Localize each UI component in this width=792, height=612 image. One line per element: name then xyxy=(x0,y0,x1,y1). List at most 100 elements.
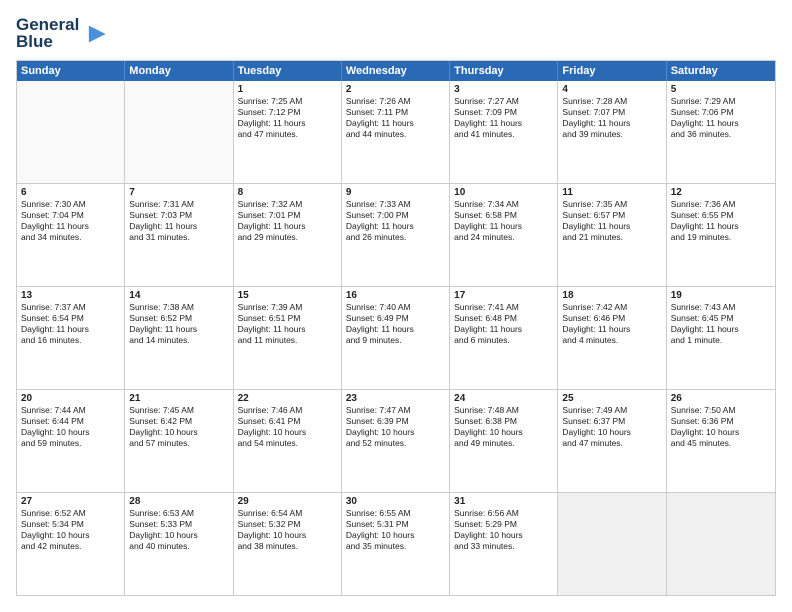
day-number: 22 xyxy=(238,393,337,404)
cell-info-line: Sunset: 6:36 PM xyxy=(671,416,771,427)
cell-info-line: Daylight: 11 hours xyxy=(562,118,661,129)
calendar-header: SundayMondayTuesdayWednesdayThursdayFrid… xyxy=(17,61,775,81)
calendar-cell: 1Sunrise: 7:25 AMSunset: 7:12 PMDaylight… xyxy=(234,81,342,183)
calendar-cell: 13Sunrise: 7:37 AMSunset: 6:54 PMDayligh… xyxy=(17,287,125,389)
cell-info-line: and 42 minutes. xyxy=(21,541,120,552)
cell-info-line: Sunset: 7:03 PM xyxy=(129,210,228,221)
cell-info-line: Sunrise: 7:32 AM xyxy=(238,199,337,210)
calendar-cell: 12Sunrise: 7:36 AMSunset: 6:55 PMDayligh… xyxy=(667,184,775,286)
weekday-header: Sunday xyxy=(17,61,125,81)
cell-info-line: Daylight: 10 hours xyxy=(238,427,337,438)
weekday-header: Wednesday xyxy=(342,61,450,81)
cell-info-line: Sunset: 7:00 PM xyxy=(346,210,445,221)
day-number: 10 xyxy=(454,187,553,198)
cell-info-line: Sunrise: 7:31 AM xyxy=(129,199,228,210)
calendar-cell: 19Sunrise: 7:43 AMSunset: 6:45 PMDayligh… xyxy=(667,287,775,389)
cell-info-line: Sunset: 6:57 PM xyxy=(562,210,661,221)
cell-info-line: and 21 minutes. xyxy=(562,232,661,243)
cell-info-line: Sunrise: 7:26 AM xyxy=(346,96,445,107)
day-number: 3 xyxy=(454,84,553,95)
cell-info-line: Sunrise: 6:56 AM xyxy=(454,508,553,519)
cell-info-line: Sunrise: 7:45 AM xyxy=(129,405,228,416)
day-number: 13 xyxy=(21,290,120,301)
cell-info-line: Daylight: 10 hours xyxy=(562,427,661,438)
cell-info-line: Daylight: 10 hours xyxy=(346,427,445,438)
calendar-cell: 11Sunrise: 7:35 AMSunset: 6:57 PMDayligh… xyxy=(558,184,666,286)
cell-info-line: Sunrise: 6:54 AM xyxy=(238,508,337,519)
cell-info-line: Daylight: 11 hours xyxy=(671,324,771,335)
day-number: 27 xyxy=(21,496,120,507)
cell-info-line: Sunset: 7:06 PM xyxy=(671,107,771,118)
cell-info-line: Sunrise: 7:49 AM xyxy=(562,405,661,416)
cell-info-line: and 44 minutes. xyxy=(346,129,445,140)
calendar-cell: 14Sunrise: 7:38 AMSunset: 6:52 PMDayligh… xyxy=(125,287,233,389)
calendar-cell: 10Sunrise: 7:34 AMSunset: 6:58 PMDayligh… xyxy=(450,184,558,286)
cell-info-line: Sunrise: 7:40 AM xyxy=(346,302,445,313)
cell-info-line: and 14 minutes. xyxy=(129,335,228,346)
cell-info-line: and 59 minutes. xyxy=(21,438,120,449)
cell-info-line: Daylight: 11 hours xyxy=(21,221,120,232)
calendar-cell: 7Sunrise: 7:31 AMSunset: 7:03 PMDaylight… xyxy=(125,184,233,286)
logo-general: General xyxy=(16,16,79,33)
cell-info-line: and 47 minutes. xyxy=(238,129,337,140)
cell-info-line: and 33 minutes. xyxy=(454,541,553,552)
day-number: 19 xyxy=(671,290,771,301)
day-number: 6 xyxy=(21,187,120,198)
cell-info-line: and 47 minutes. xyxy=(562,438,661,449)
day-number: 21 xyxy=(129,393,228,404)
cell-info-line: Sunrise: 7:28 AM xyxy=(562,96,661,107)
cell-info-line: Sunset: 6:58 PM xyxy=(454,210,553,221)
cell-info-line: Sunrise: 7:30 AM xyxy=(21,199,120,210)
cell-info-line: Sunset: 7:07 PM xyxy=(562,107,661,118)
calendar-cell: 21Sunrise: 7:45 AMSunset: 6:42 PMDayligh… xyxy=(125,390,233,492)
day-number: 11 xyxy=(562,187,661,198)
cell-info-line: and 39 minutes. xyxy=(562,129,661,140)
day-number: 4 xyxy=(562,84,661,95)
calendar-cell: 6Sunrise: 7:30 AMSunset: 7:04 PMDaylight… xyxy=(17,184,125,286)
cell-info-line: and 38 minutes. xyxy=(238,541,337,552)
calendar-cell: 31Sunrise: 6:56 AMSunset: 5:29 PMDayligh… xyxy=(450,493,558,595)
day-number: 18 xyxy=(562,290,661,301)
calendar-cell: 20Sunrise: 7:44 AMSunset: 6:44 PMDayligh… xyxy=(17,390,125,492)
cell-info-line: Sunrise: 7:27 AM xyxy=(454,96,553,107)
day-number: 23 xyxy=(346,393,445,404)
weekday-header: Tuesday xyxy=(234,61,342,81)
day-number: 31 xyxy=(454,496,553,507)
day-number: 25 xyxy=(562,393,661,404)
cell-info-line: Sunset: 6:51 PM xyxy=(238,313,337,324)
cell-info-line: Sunset: 6:39 PM xyxy=(346,416,445,427)
cell-info-line: Sunset: 5:33 PM xyxy=(129,519,228,530)
calendar-cell: 26Sunrise: 7:50 AMSunset: 6:36 PMDayligh… xyxy=(667,390,775,492)
cell-info-line: Sunset: 5:34 PM xyxy=(21,519,120,530)
cell-info-line: and 40 minutes. xyxy=(129,541,228,552)
cell-info-line: Daylight: 11 hours xyxy=(346,118,445,129)
cell-info-line: Sunset: 7:09 PM xyxy=(454,107,553,118)
weekday-header: Saturday xyxy=(667,61,775,81)
cell-info-line: Sunset: 6:41 PM xyxy=(238,416,337,427)
day-number: 17 xyxy=(454,290,553,301)
calendar-cell: 25Sunrise: 7:49 AMSunset: 6:37 PMDayligh… xyxy=(558,390,666,492)
cell-info-line: Sunset: 6:49 PM xyxy=(346,313,445,324)
cell-info-line: Sunset: 5:32 PM xyxy=(238,519,337,530)
cell-info-line: Sunrise: 7:46 AM xyxy=(238,405,337,416)
cell-info-line: and 24 minutes. xyxy=(454,232,553,243)
cell-info-line: Daylight: 10 hours xyxy=(346,530,445,541)
cell-info-line: Daylight: 11 hours xyxy=(454,221,553,232)
cell-info-line: Daylight: 10 hours xyxy=(238,530,337,541)
day-number: 29 xyxy=(238,496,337,507)
day-number: 7 xyxy=(129,187,228,198)
day-number: 5 xyxy=(671,84,771,95)
cell-info-line: Sunset: 7:11 PM xyxy=(346,107,445,118)
cell-info-line: and 4 minutes. xyxy=(562,335,661,346)
day-number: 15 xyxy=(238,290,337,301)
calendar-cell: 24Sunrise: 7:48 AMSunset: 6:38 PMDayligh… xyxy=(450,390,558,492)
day-number: 16 xyxy=(346,290,445,301)
day-number: 26 xyxy=(671,393,771,404)
cell-info-line: Sunset: 6:46 PM xyxy=(562,313,661,324)
cell-info-line: Daylight: 11 hours xyxy=(454,118,553,129)
cell-info-line: Sunrise: 7:37 AM xyxy=(21,302,120,313)
cell-info-line: and 54 minutes. xyxy=(238,438,337,449)
cell-info-line: Daylight: 10 hours xyxy=(21,530,120,541)
cell-info-line: and 52 minutes. xyxy=(346,438,445,449)
cell-info-line: Sunset: 6:55 PM xyxy=(671,210,771,221)
